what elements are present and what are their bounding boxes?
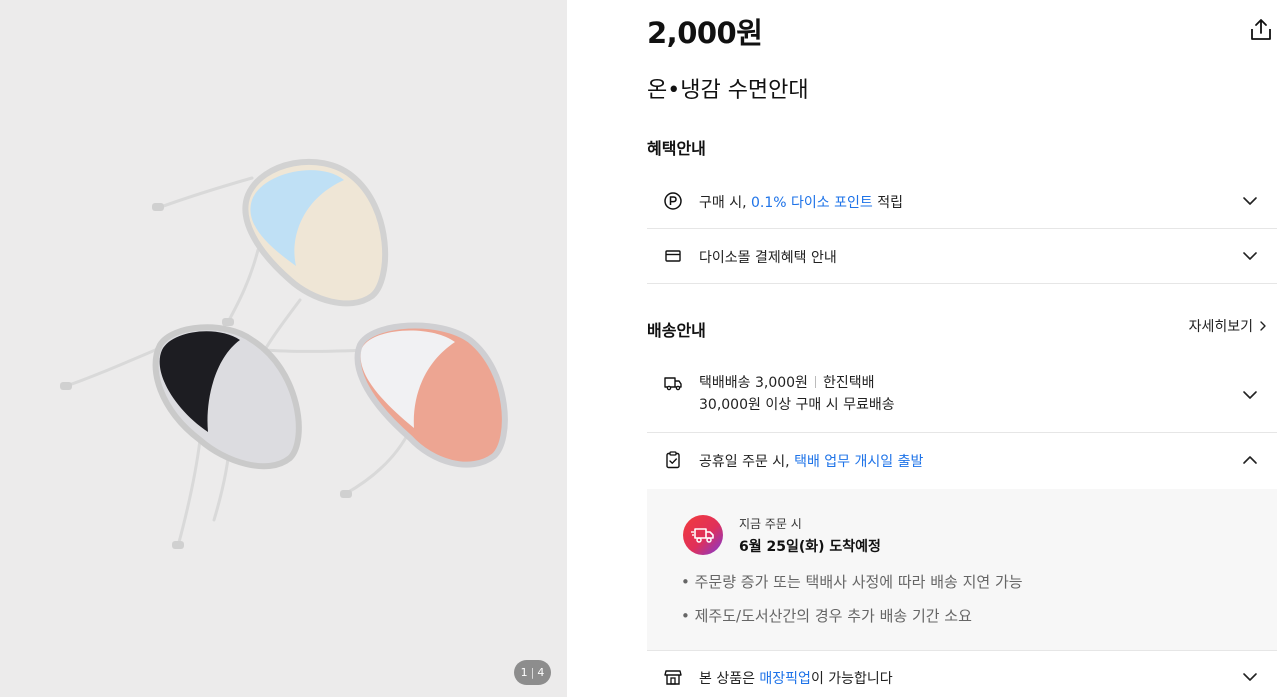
- shipping-fee-line: 택배배송 3,000원 한진택배: [699, 372, 895, 394]
- pager-total: 4: [537, 666, 545, 679]
- more-link-label: 자세히보기: [1188, 319, 1253, 335]
- clipboard-check-icon: [666, 451, 680, 469]
- chevron-down-icon: [1243, 197, 1257, 205]
- point-benefit-row[interactable]: 구매 시, 0.1% 다이소 포인트 적립: [647, 174, 1277, 229]
- pickup-highlight: 매장픽업: [759, 671, 811, 687]
- point-icon: [664, 192, 682, 210]
- chevron-down-icon: [1243, 391, 1257, 399]
- carrier-name: 한진택배: [822, 375, 875, 391]
- product-price: 2,000원: [647, 16, 763, 50]
- pickup-suffix: 이 가능합니다: [810, 671, 893, 687]
- image-pager: 1 | 4: [514, 660, 551, 685]
- point-suffix: 적립: [872, 195, 903, 211]
- product-image-gallery[interactable]: 1 | 4: [0, 0, 567, 697]
- holiday-shipping-text: 공휴일 주문 시, 택배 업무 개시일 출발: [699, 451, 923, 471]
- benefits-section-title: 혜택안내: [647, 139, 706, 158]
- order-now-label: 지금 주문 시: [739, 517, 802, 531]
- pager-current: 1: [520, 666, 528, 679]
- store-icon: [664, 670, 682, 685]
- shipping-fee-row[interactable]: 택배배송 3,000원 한진택배 30,000원 이상 구매 시 무료배송: [647, 358, 1277, 433]
- payment-benefit-label: 다이소몰 결제혜택 안내: [699, 250, 837, 266]
- store-pickup-text: 본 상품은 매장픽업이 가능합니다: [699, 668, 893, 688]
- shipping-note: • 주문량 증가 또는 택배사 사정에 따라 배송 지연 가능: [681, 573, 1023, 591]
- share-button[interactable]: [1248, 17, 1274, 43]
- card-icon: [665, 250, 681, 262]
- pager-separator: |: [530, 666, 535, 679]
- shipping-fee-label: 택배배송 3,000원: [699, 375, 808, 391]
- holiday-prefix: 공휴일 주문 시,: [699, 454, 795, 470]
- divider: [814, 376, 816, 388]
- shipping-more-link[interactable]: 자세히보기: [1189, 316, 1269, 336]
- point-benefit-text: 구매 시, 0.1% 다이소 포인트 적립: [699, 192, 903, 212]
- delivery-estimate-box: 지금 주문 시 6월 25일(화) 도착예정 • 주문량 증가 또는 택배사 사…: [647, 489, 1277, 651]
- payment-benefit-row[interactable]: 다이소몰 결제혜택 안내: [647, 229, 1277, 284]
- point-highlight: 0.1% 다이소 포인트: [751, 195, 873, 211]
- shipping-section-title: 배송안내: [647, 321, 706, 340]
- chevron-down-icon: [1243, 252, 1257, 260]
- store-pickup-row[interactable]: 본 상품은 매장픽업이 가능합니다: [647, 651, 1277, 697]
- shipping-fee-info: 택배배송 3,000원 한진택배 30,000원 이상 구매 시 무료배송: [699, 372, 895, 416]
- chevron-right-icon: [1260, 321, 1266, 331]
- fast-delivery-badge: [683, 515, 723, 555]
- pickup-prefix: 본 상품은: [699, 671, 760, 687]
- chevron-down-icon: [1243, 673, 1257, 681]
- holiday-shipping-row[interactable]: 공휴일 주문 시, 택배 업무 개시일 출발: [647, 433, 1277, 489]
- holiday-highlight: 택배 업무 개시일 출발: [794, 454, 924, 470]
- delivery-eta: 6월 25일(화) 도착예정: [739, 539, 881, 555]
- share-icon: [1251, 19, 1271, 40]
- product-detail-panel: 2,000원 온•냉감 수면안대 혜택안내 구매 시, 0.1% 다이소 포인트…: [647, 0, 1277, 697]
- truck-icon: [664, 377, 682, 391]
- shipping-note: • 제주도/도서산간의 경우 추가 배송 기간 소요: [681, 607, 972, 625]
- chevron-up-icon: [1243, 456, 1257, 464]
- product-title: 온•냉감 수면안대: [647, 78, 809, 103]
- point-prefix: 구매 시,: [699, 195, 751, 211]
- product-photo: [60, 159, 508, 549]
- fast-truck-icon: [691, 528, 714, 543]
- free-shipping-label: 30,000원 이상 구매 시 무료배송: [699, 397, 895, 413]
